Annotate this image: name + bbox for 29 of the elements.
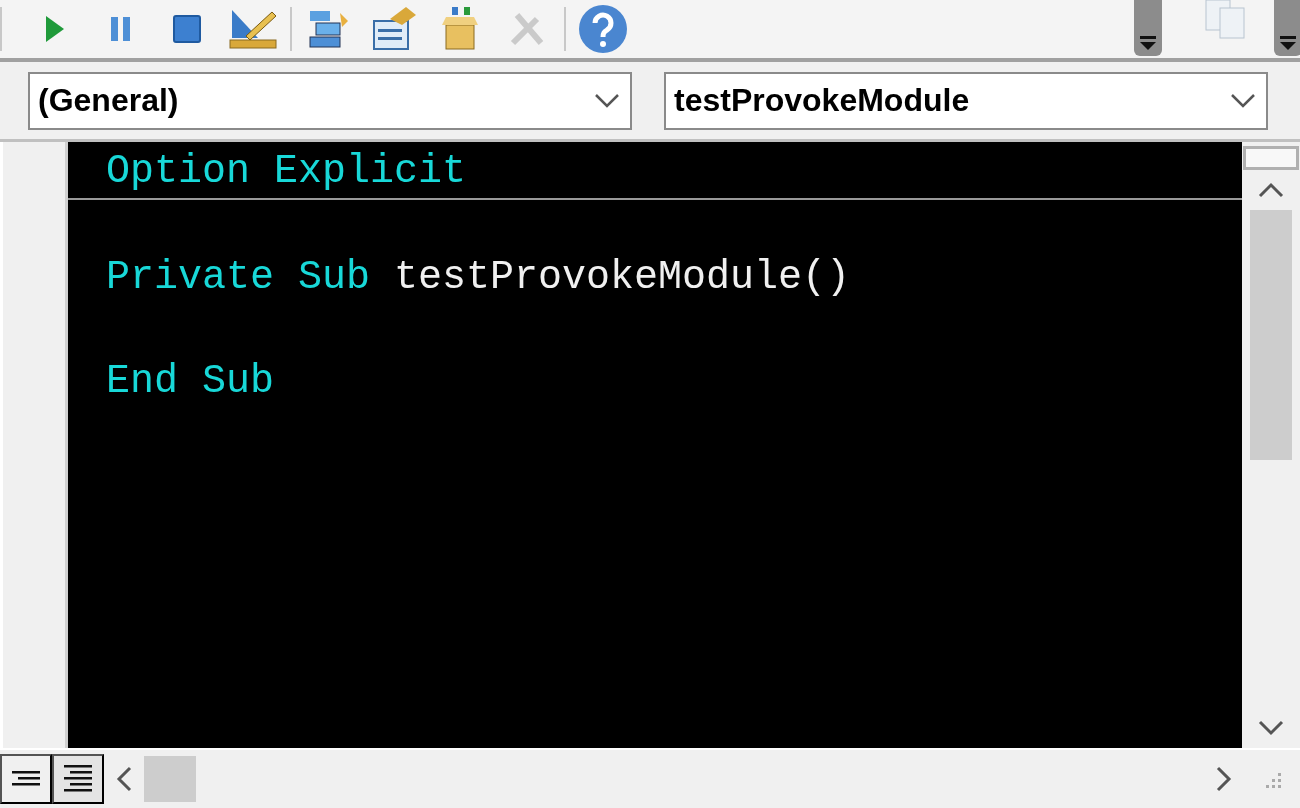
help-icon — [577, 3, 629, 55]
chevron-up-icon — [1258, 182, 1284, 198]
lines-icon — [63, 765, 93, 793]
split-handle[interactable] — [1243, 146, 1299, 170]
code-keyword: End Sub — [106, 359, 275, 404]
chevron-left-icon — [116, 766, 132, 792]
chevron-down-icon — [1230, 92, 1256, 109]
code-editor[interactable]: Option Explicit Private Sub testProvokeModule() End Sub — [68, 142, 1242, 748]
scrollbar-thumb[interactable] — [1250, 210, 1292, 460]
chevron-down-icon — [594, 92, 620, 109]
dropdown-arrow-icon — [1139, 34, 1157, 52]
procedure-view-button[interactable] — [0, 754, 52, 804]
full-module-view-button[interactable] — [52, 754, 104, 804]
chevron-down-icon — [1258, 720, 1284, 736]
toolbar-grip[interactable] — [1134, 0, 1162, 56]
ruler-pencil-icon — [228, 8, 278, 50]
horizontal-scrollbar-thumb[interactable] — [144, 756, 196, 802]
play-icon — [44, 14, 66, 44]
toolbar-grip[interactable] — [1274, 0, 1300, 56]
object-dropdown[interactable]: (General) — [28, 71, 632, 130]
dropdown-arrow-icon — [1279, 34, 1297, 52]
code-keyword: Option Explicit — [106, 149, 467, 194]
properties-icon — [372, 7, 418, 51]
code-keyword: Private Sub — [106, 255, 372, 300]
chevron-right-icon — [1216, 766, 1232, 792]
lines-icon — [11, 771, 41, 787]
stop-icon — [172, 14, 202, 44]
code-identifier: testProvokeModule() — [394, 255, 851, 300]
procedure-dropdown[interactable]: testProvokeModule — [664, 71, 1268, 130]
